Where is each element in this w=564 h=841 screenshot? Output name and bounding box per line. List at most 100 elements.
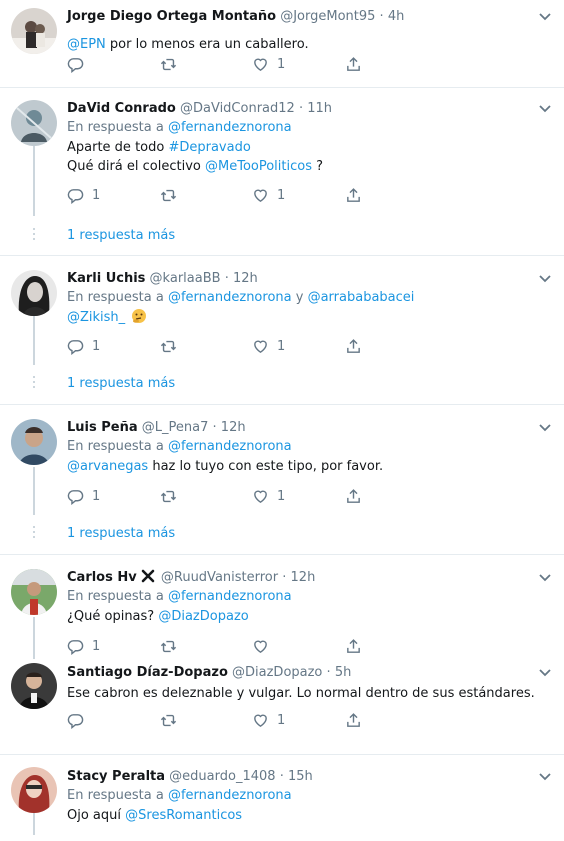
- username[interactable]: @karlaaBB: [150, 271, 221, 286]
- reply-to-link-2[interactable]: @arrabababacei: [308, 290, 415, 305]
- tweet-actions: 1: [67, 711, 375, 729]
- reply-to-link[interactable]: @fernandeznorona: [168, 589, 292, 604]
- avatar[interactable]: [11, 663, 57, 709]
- more-replies-row[interactable]: 1 respuesta más: [0, 515, 564, 555]
- avatar[interactable]: [11, 569, 57, 615]
- thread-line: [33, 316, 35, 365]
- like-button[interactable]: 1: [252, 487, 345, 505]
- retweet-button[interactable]: [160, 337, 252, 355]
- reply-button[interactable]: 1: [67, 337, 160, 355]
- like-icon: [254, 640, 267, 653]
- username[interactable]: @eduardo_1408: [169, 769, 275, 784]
- tweet-actions: 1 1: [67, 337, 375, 355]
- timestamp[interactable]: 12h: [221, 420, 246, 435]
- like-button[interactable]: 1: [252, 186, 345, 204]
- tweet-santiago[interactable]: Santiago Díaz-Dopazo @DiazDopazo · 5h Es…: [0, 659, 564, 755]
- timestamp[interactable]: 15h: [288, 769, 313, 784]
- reply-button[interactable]: 1: [67, 487, 160, 505]
- thread-line: [33, 146, 35, 216]
- reply-context: En respuesta a @fernandeznorona: [67, 118, 552, 138]
- share-button[interactable]: [345, 487, 375, 505]
- chevron-down-icon[interactable]: [538, 12, 552, 22]
- display-name[interactable]: Luis Peña: [67, 420, 138, 435]
- share-button[interactable]: [345, 186, 375, 204]
- hashtag-link[interactable]: #Depravado: [168, 140, 250, 155]
- tweet-luis[interactable]: Luis Peña @L_Pena7 · 12h En respuesta a …: [0, 405, 564, 515]
- retweet-button[interactable]: [160, 55, 252, 73]
- share-button[interactable]: [345, 711, 375, 729]
- retweet-button[interactable]: [160, 711, 252, 729]
- chevron-down-icon[interactable]: [538, 423, 552, 433]
- timestamp[interactable]: 4h: [388, 9, 405, 24]
- mention-link[interactable]: @MeTooPoliticos: [205, 159, 312, 174]
- mention-link[interactable]: @Zikish_: [67, 310, 125, 325]
- more-replies-row[interactable]: 1 respuesta más: [0, 365, 564, 405]
- chevron-down-icon[interactable]: [538, 274, 552, 284]
- avatar[interactable]: [11, 100, 57, 146]
- retweet-button[interactable]: [160, 637, 252, 655]
- chevron-down-icon[interactable]: [538, 668, 552, 678]
- share-button[interactable]: [345, 637, 375, 655]
- reply-to-link[interactable]: @fernandeznorona: [168, 439, 292, 454]
- retweet-button[interactable]: [160, 487, 252, 505]
- mention-link[interactable]: @EPN: [67, 37, 106, 52]
- avatar[interactable]: [11, 8, 57, 54]
- display-name[interactable]: DaVid Conrado: [67, 101, 176, 116]
- display-name[interactable]: Jorge Diego Ortega Montaño: [67, 9, 276, 24]
- more-replies-link[interactable]: 1 respuesta más: [67, 526, 175, 542]
- display-name[interactable]: Stacy Peralta: [67, 769, 165, 784]
- chevron-down-icon[interactable]: [538, 772, 552, 782]
- reply-button[interactable]: 1: [67, 186, 160, 204]
- tweet-jorge[interactable]: Jorge Diego Ortega Montaño @JorgeMont95 …: [0, 0, 564, 88]
- reply-to-link[interactable]: @fernandeznorona: [168, 290, 292, 305]
- timestamp[interactable]: 11h: [307, 101, 332, 116]
- reply-button[interactable]: [67, 55, 160, 73]
- like-button[interactable]: 1: [252, 711, 345, 729]
- more-replies-link[interactable]: 1 respuesta más: [67, 376, 175, 392]
- like-button[interactable]: [252, 637, 345, 655]
- thinking-face-icon: [131, 308, 147, 330]
- tweet-header: Santiago Díaz-Dopazo @DiazDopazo · 5h: [67, 664, 552, 682]
- display-name[interactable]: Karli Uchis: [67, 271, 145, 286]
- username[interactable]: @RuudVanisterror: [161, 570, 278, 585]
- tweet-carlos[interactable]: Carlos Hv @RuudVanisterror · 12h En resp…: [0, 555, 564, 659]
- retweet-icon: [160, 189, 177, 201]
- mention-link[interactable]: @DiazDopazo: [158, 609, 248, 624]
- mention-link[interactable]: @SresRomanticos: [125, 808, 242, 823]
- display-name[interactable]: Carlos Hv: [67, 570, 137, 585]
- like-count: 1: [277, 488, 286, 504]
- retweet-icon: [160, 340, 177, 352]
- username[interactable]: @DiazDopazo: [232, 665, 322, 680]
- like-button[interactable]: 1: [252, 55, 345, 73]
- share-button[interactable]: [345, 337, 375, 355]
- reply-button[interactable]: [67, 711, 160, 729]
- chevron-down-icon[interactable]: [538, 104, 552, 114]
- avatar[interactable]: [11, 767, 57, 813]
- display-name[interactable]: Santiago Díaz-Dopazo: [67, 665, 228, 680]
- tweet-text: @Zikish_: [67, 308, 552, 327]
- chevron-down-icon[interactable]: [538, 573, 552, 583]
- avatar[interactable]: [11, 270, 57, 316]
- timestamp[interactable]: 12h: [233, 271, 258, 286]
- timestamp[interactable]: 12h: [291, 570, 316, 585]
- tweet-karli[interactable]: Karli Uchis @karlaaBB · 12h En respuesta…: [0, 256, 564, 365]
- username[interactable]: @DaVidConrad12: [180, 101, 295, 116]
- share-button[interactable]: [345, 55, 375, 73]
- reply-button[interactable]: 1: [67, 637, 160, 655]
- more-replies-link[interactable]: 1 respuesta más: [67, 228, 175, 244]
- reply-to-link[interactable]: @fernandeznorona: [168, 788, 292, 803]
- reply-to-link[interactable]: @fernandeznorona: [168, 120, 292, 135]
- username[interactable]: @JorgeMont95: [280, 9, 375, 24]
- avatar[interactable]: [11, 419, 57, 465]
- reply-icon: [67, 639, 84, 655]
- more-replies-row[interactable]: 1 respuesta más: [0, 216, 564, 256]
- username[interactable]: @L_Pena7: [142, 420, 209, 435]
- tweet-stacy[interactable]: Stacy Peralta @eduardo_1408 · 15h En res…: [0, 755, 564, 835]
- timestamp[interactable]: 5h: [335, 665, 352, 680]
- retweet-button[interactable]: [160, 186, 252, 204]
- tweet-header: DaVid Conrado @DaVidConrad12 · 11h: [67, 100, 552, 118]
- retweet-icon: [160, 58, 177, 70]
- like-button[interactable]: 1: [252, 337, 345, 355]
- mention-link[interactable]: @arvanegas: [67, 459, 148, 474]
- tweet-david[interactable]: DaVid Conrado @DaVidConrad12 · 11h En re…: [0, 88, 564, 216]
